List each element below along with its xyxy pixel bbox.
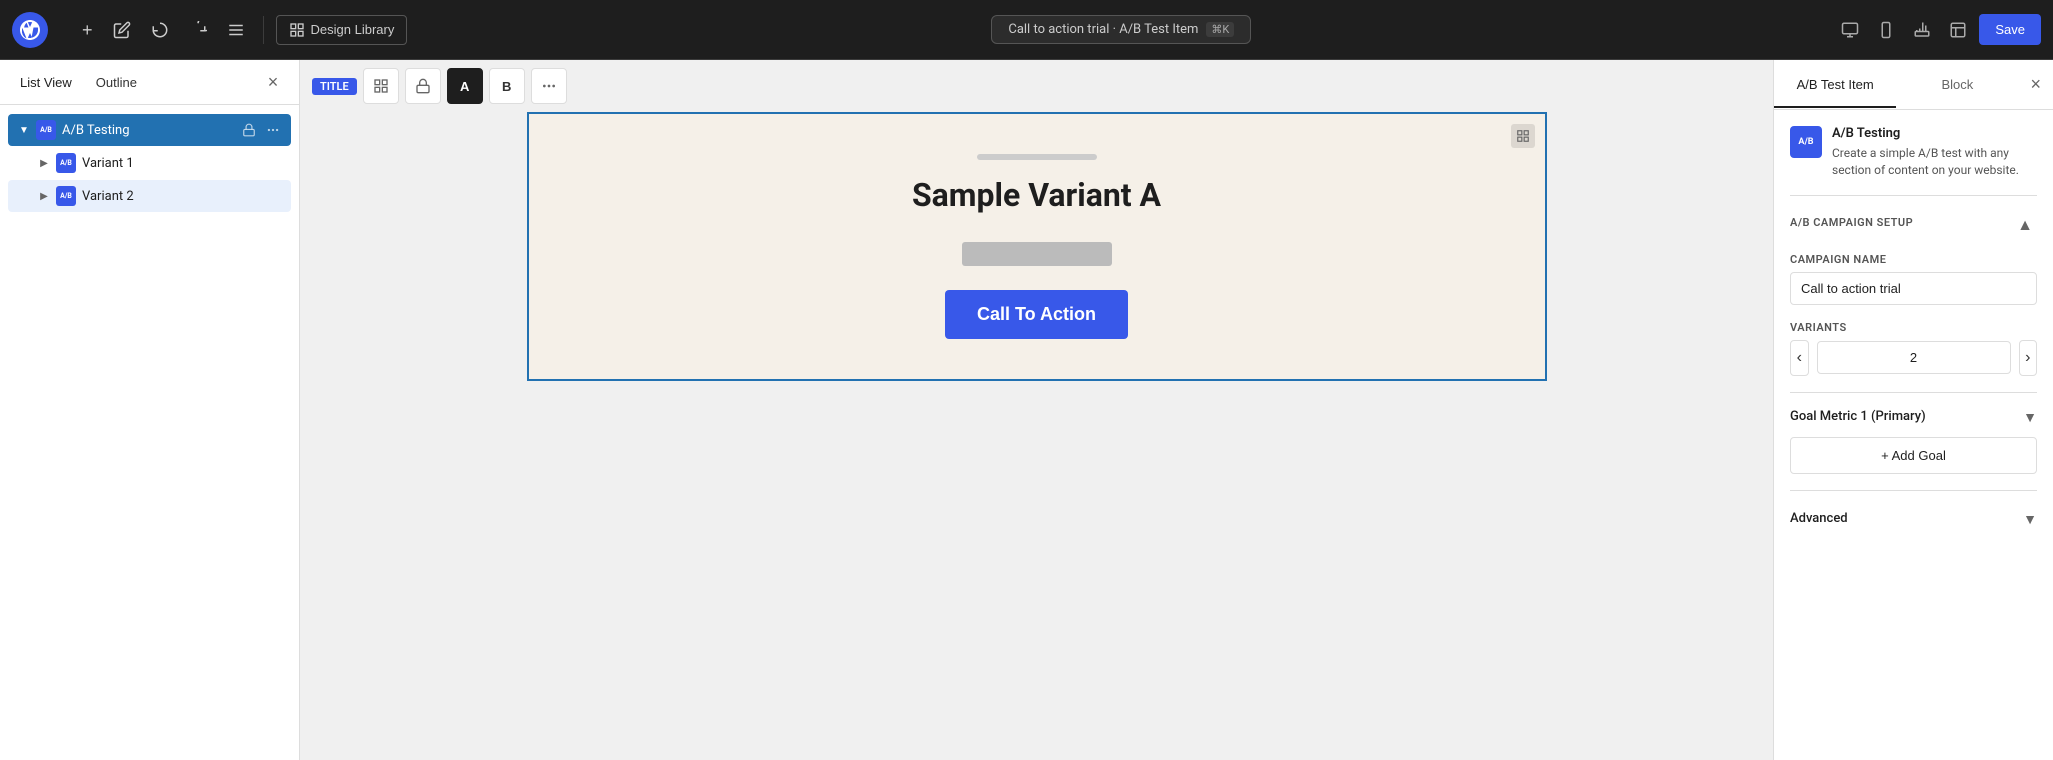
tree-item-variant2[interactable]: ▶ A/B Variant 2 — [8, 180, 291, 212]
mobile-view-button[interactable] — [1871, 15, 1901, 45]
variant-b-button[interactable]: B — [489, 68, 525, 104]
goal-metric-label: Goal Metric 1 (Primary) — [1790, 409, 1926, 424]
tab-ab-test-item[interactable]: A/B Test Item — [1774, 63, 1896, 108]
plugin-button[interactable] — [1907, 15, 1937, 45]
edit-button[interactable] — [107, 15, 137, 45]
design-library-label: Design Library — [311, 22, 395, 37]
sidebar-right-header: A/B Test Item Block × — [1774, 60, 2053, 110]
undo-button[interactable] — [145, 15, 175, 45]
topbar-center: Call to action trial · A/B Test Item ⌘K — [415, 15, 1827, 44]
sidebar-right: A/B Test Item Block × A/B A/B Testing Cr… — [1773, 60, 2053, 760]
divider2 — [1790, 392, 2037, 393]
topbar: + Design Library Call to action trial · … — [0, 0, 2053, 60]
variant1-icon: A/B — [56, 153, 76, 173]
goal-header: Goal Metric 1 (Primary) ▼ — [1790, 409, 2037, 425]
plugin-header: A/B A/B Testing Create a simple A/B test… — [1790, 126, 2037, 179]
shortcut-badge: ⌘K — [1206, 22, 1234, 37]
lock-tool-button[interactable] — [405, 68, 441, 104]
ab-testing-icon: A/B — [36, 120, 56, 140]
tree-item-variant1[interactable]: ▶ A/B Variant 1 — [8, 147, 291, 179]
variant2-icon: A/B — [56, 186, 76, 206]
save-button[interactable]: Save — [1979, 14, 2041, 45]
variants-input[interactable] — [1817, 341, 2011, 374]
sidebar-right-close-button[interactable]: × — [2019, 60, 2053, 109]
campaign-setup-collapse-button[interactable]: ▲ — [2013, 213, 2037, 239]
topbar-right: Save — [1835, 14, 2041, 45]
topbar-divider — [263, 16, 264, 44]
goal-metric-section: Goal Metric 1 (Primary) ▼ + Add Goal — [1790, 409, 2037, 474]
campaign-name-label: CAMPAIGN NAME — [1790, 253, 2037, 266]
plugin-desc: Create a simple A/B test with any sectio… — [1832, 145, 2037, 179]
canvas-content: Sample Variant A Call To Action — [300, 112, 1773, 760]
variant2-label: Variant 2 — [82, 189, 283, 204]
variants-field-group: Variants ‹ › — [1790, 321, 2037, 376]
add-goal-button[interactable]: + Add Goal — [1790, 437, 2037, 474]
plugin-info: A/B Testing Create a simple A/B test wit… — [1832, 126, 2037, 179]
variant-title: Sample Variant A — [912, 176, 1161, 214]
variants-label: Variants — [1790, 321, 2037, 334]
advanced-section: Advanced ▼ — [1790, 507, 2037, 531]
plugin-icon: A/B — [1790, 126, 1822, 158]
advanced-label: Advanced — [1790, 511, 1848, 526]
chevron-icon: ▶ — [36, 188, 52, 204]
chevron-icon: ▼ — [16, 122, 32, 138]
design-library-button[interactable]: Design Library — [276, 15, 408, 45]
variants-next-button[interactable]: › — [2019, 340, 2038, 376]
variant1-label: Variant 1 — [82, 156, 283, 171]
tab-outline[interactable]: Outline — [88, 69, 145, 96]
grid-icon[interactable] — [1511, 124, 1535, 148]
goal-collapse-button[interactable]: ▼ — [2023, 409, 2037, 425]
sidebar-header: List View Outline × — [0, 60, 299, 105]
canvas-block: Sample Variant A Call To Action — [527, 112, 1547, 381]
main-layout: List View Outline × ▼ A/B A/B Testing — [0, 60, 2053, 760]
tree-actions — [239, 120, 283, 140]
layout-button[interactable] — [1943, 15, 1973, 45]
chevron-icon: ▶ — [36, 155, 52, 171]
ab-testing-label: A/B Testing — [62, 123, 239, 138]
campaign-name-input[interactable] — [1790, 272, 2037, 305]
add-button[interactable]: + — [56, 14, 99, 46]
block-title-badge: TITLE — [312, 78, 357, 95]
page-title: Call to action trial · A/B Test Item — [1008, 22, 1198, 37]
block-icon-button[interactable] — [363, 68, 399, 104]
sidebar-close-button[interactable]: × — [259, 68, 287, 96]
variants-control: ‹ › — [1790, 340, 2037, 376]
page-title-pill[interactable]: Call to action trial · A/B Test Item ⌘K — [991, 15, 1251, 44]
tab-list-view[interactable]: List View — [12, 69, 80, 96]
more-options-tool-button[interactable] — [531, 68, 567, 104]
tree-item-ab-testing[interactable]: ▼ A/B A/B Testing — [8, 114, 291, 146]
variant-a-button[interactable]: A — [447, 68, 483, 104]
canvas-toolbar: TITLE A B — [300, 60, 1773, 112]
divider — [1790, 195, 2037, 196]
variants-prev-button[interactable]: ‹ — [1790, 340, 1809, 376]
more-options-button[interactable] — [263, 120, 283, 140]
cta-button[interactable]: Call To Action — [945, 290, 1128, 339]
campaign-name-field-group: CAMPAIGN NAME — [1790, 253, 2037, 305]
canvas-area: TITLE A B Sample Variant A — [300, 60, 1773, 760]
campaign-form: CAMPAIGN NAME Variants ‹ › — [1790, 253, 2037, 376]
campaign-setup-label: A/B Campaign Setup — [1790, 216, 1913, 229]
redo-button[interactable] — [183, 15, 213, 45]
lock-button[interactable] — [239, 120, 259, 140]
desktop-view-button[interactable] — [1835, 15, 1865, 45]
sidebar-left: List View Outline × ▼ A/B A/B Testing — [0, 60, 300, 760]
desc-line — [962, 242, 1112, 266]
right-content: A/B A/B Testing Create a simple A/B test… — [1774, 110, 2053, 760]
advanced-collapse-button[interactable]: ▼ — [2023, 511, 2037, 527]
subtitle-line — [977, 154, 1097, 160]
tab-block[interactable]: Block — [1896, 63, 2018, 106]
menu-button[interactable] — [221, 15, 251, 45]
divider3 — [1790, 490, 2037, 491]
campaign-setup-section: A/B Campaign Setup ▲ — [1790, 212, 2037, 241]
wp-logo-icon[interactable] — [12, 12, 48, 48]
plugin-title: A/B Testing — [1832, 126, 2037, 141]
